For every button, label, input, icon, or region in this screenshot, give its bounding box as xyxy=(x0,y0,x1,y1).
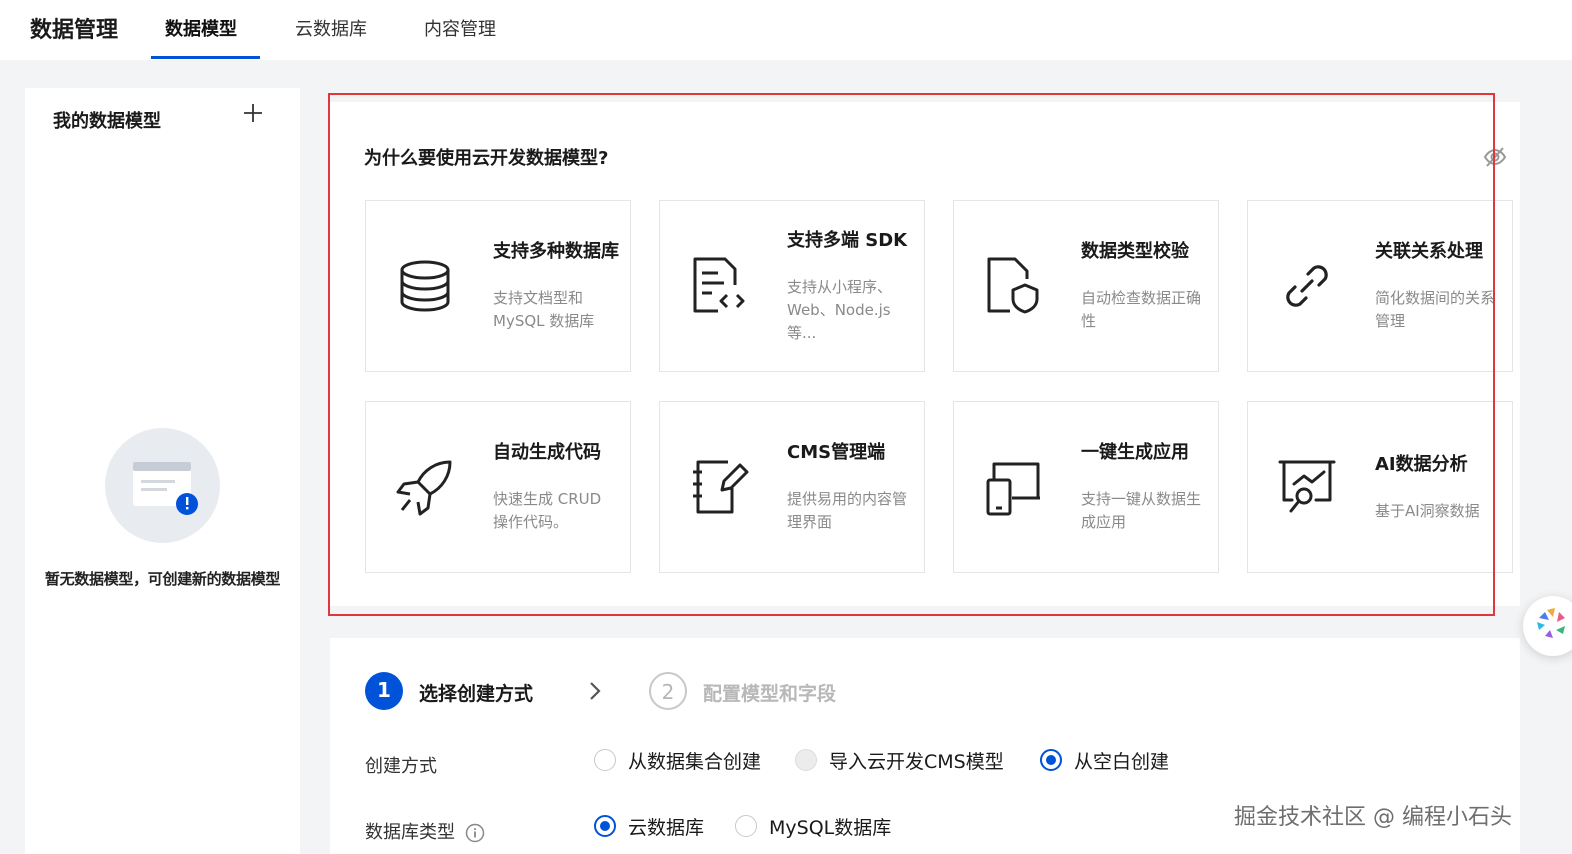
feature-card-codegen[interactable]: 自动生成代码 快速生成 CRUD 操作代码。 xyxy=(365,401,631,573)
notebook-edit-icon xyxy=(688,456,750,518)
step-2-label: 配置模型和字段 xyxy=(703,683,837,705)
card-description: 支持一键从数据生成应用 xyxy=(1081,490,1202,531)
feature-card-app-gen[interactable]: 一键生成应用 支持一键从数据生成应用 xyxy=(953,401,1219,573)
add-model-button[interactable] xyxy=(240,102,266,128)
info-icon[interactable] xyxy=(465,823,485,843)
card-title: 支持多种数据库 xyxy=(493,241,619,262)
card-description: 支持文档型和 MySQL 数据库 xyxy=(493,289,595,330)
features-title: 为什么要使用云开发数据模型? xyxy=(364,148,609,169)
step-1-number: 1 xyxy=(365,672,403,710)
card-title: 关联关系处理 xyxy=(1375,241,1483,262)
assistant-icon xyxy=(1537,608,1565,638)
shield-file-icon xyxy=(982,255,1044,317)
features-panel: 为什么要使用云开发数据模型? 支持多种数据库 支持文档型和 MySQL 数据库 xyxy=(330,102,1520,606)
radio-import-cms[interactable]: 导入云开发CMS模型 xyxy=(795,746,1004,774)
top-bar: 数据管理 数据模型 云数据库 内容管理 xyxy=(0,0,1572,60)
link-icon xyxy=(1276,255,1338,317)
radio-from-collection[interactable]: 从数据集合创建 xyxy=(594,746,761,774)
card-description: 支持从小程序、Web、Node.js 等... xyxy=(787,277,893,342)
feature-card-multi-database[interactable]: 支持多种数据库 支持文档型和 MySQL 数据库 xyxy=(365,200,631,372)
radio-label: 从数据集合创建 xyxy=(628,750,762,773)
radio-cloud-database[interactable]: 云数据库 xyxy=(594,812,704,840)
card-title: 一键生成应用 xyxy=(1081,442,1189,463)
feature-card-ai-analysis[interactable]: AI数据分析 基于AI洞察数据 xyxy=(1247,401,1513,573)
database-icon xyxy=(394,255,456,317)
card-title: 自动生成代码 xyxy=(493,442,601,463)
empty-state-text: 暂无数据模型，可创建新的数据模型 xyxy=(44,570,281,588)
card-description: 提供易用的内容管理界面 xyxy=(787,490,908,531)
assistant-fab[interactable] xyxy=(1523,596,1572,656)
feature-card-multi-sdk[interactable]: 支持多端 SDK 支持从小程序、Web、Node.js 等... xyxy=(659,200,925,372)
card-title: 数据类型校验 xyxy=(1081,241,1189,262)
plus-icon xyxy=(244,104,262,122)
radio-from-blank[interactable]: 从空白创建 xyxy=(1040,746,1169,774)
card-description: 自动检查数据正确性 xyxy=(1081,289,1202,330)
watermark: 掘金技术社区 @ 编程小石头 xyxy=(1234,805,1512,830)
active-tab-indicator xyxy=(151,56,260,59)
chevron-right-icon xyxy=(585,680,605,702)
card-title: AI数据分析 xyxy=(1375,453,1468,475)
radio-label: 云数据库 xyxy=(628,816,705,839)
code-file-icon xyxy=(688,255,750,317)
tab-content-management[interactable]: 内容管理 xyxy=(424,15,496,41)
card-description: 基于AI洞察数据 xyxy=(1375,501,1480,520)
feature-card-type-validation[interactable]: 数据类型校验 自动检查数据正确性 xyxy=(953,200,1219,372)
radio-label: 导入云开发CMS模型 xyxy=(829,750,1004,773)
card-title: CMS管理端 xyxy=(787,442,886,463)
card-description: 简化数据间的关系管理 xyxy=(1375,289,1496,330)
hide-features-button[interactable] xyxy=(1482,144,1508,170)
feature-card-relations[interactable]: 关联关系处理 简化数据间的关系管理 xyxy=(1247,200,1513,372)
rocket-icon xyxy=(394,456,456,518)
eye-off-icon xyxy=(1483,147,1507,167)
feature-card-cms[interactable]: CMS管理端 提供易用的内容管理界面 xyxy=(659,401,925,573)
radio-label: MySQL数据库 xyxy=(769,816,892,839)
empty-document-icon xyxy=(133,462,198,515)
card-description: 快速生成 CRUD 操作代码。 xyxy=(493,490,602,531)
card-title: 支持多端 SDK xyxy=(787,229,908,251)
step-1-label: 选择创建方式 xyxy=(419,683,534,705)
db-type-label: 数据库类型 xyxy=(365,818,485,844)
tab-data-model[interactable]: 数据模型 xyxy=(165,15,237,41)
step-2-number: 2 xyxy=(649,672,687,710)
devices-icon xyxy=(982,456,1044,518)
app-title: 数据管理 xyxy=(30,18,119,43)
tab-cloud-database[interactable]: 云数据库 xyxy=(295,15,367,41)
analysis-icon xyxy=(1276,456,1338,518)
db-type-label-text: 数据库类型 xyxy=(365,822,455,843)
radio-mysql-database[interactable]: MySQL数据库 xyxy=(735,812,891,840)
create-method-label: 创建方式 xyxy=(365,756,437,777)
empty-state-illustration xyxy=(105,428,220,543)
radio-label: 从空白创建 xyxy=(1074,750,1170,773)
sidebar-title: 我的数据模型 xyxy=(53,111,161,132)
sidebar: 我的数据模型 暂无数据模型，可创建新的数据模型 xyxy=(25,88,300,854)
